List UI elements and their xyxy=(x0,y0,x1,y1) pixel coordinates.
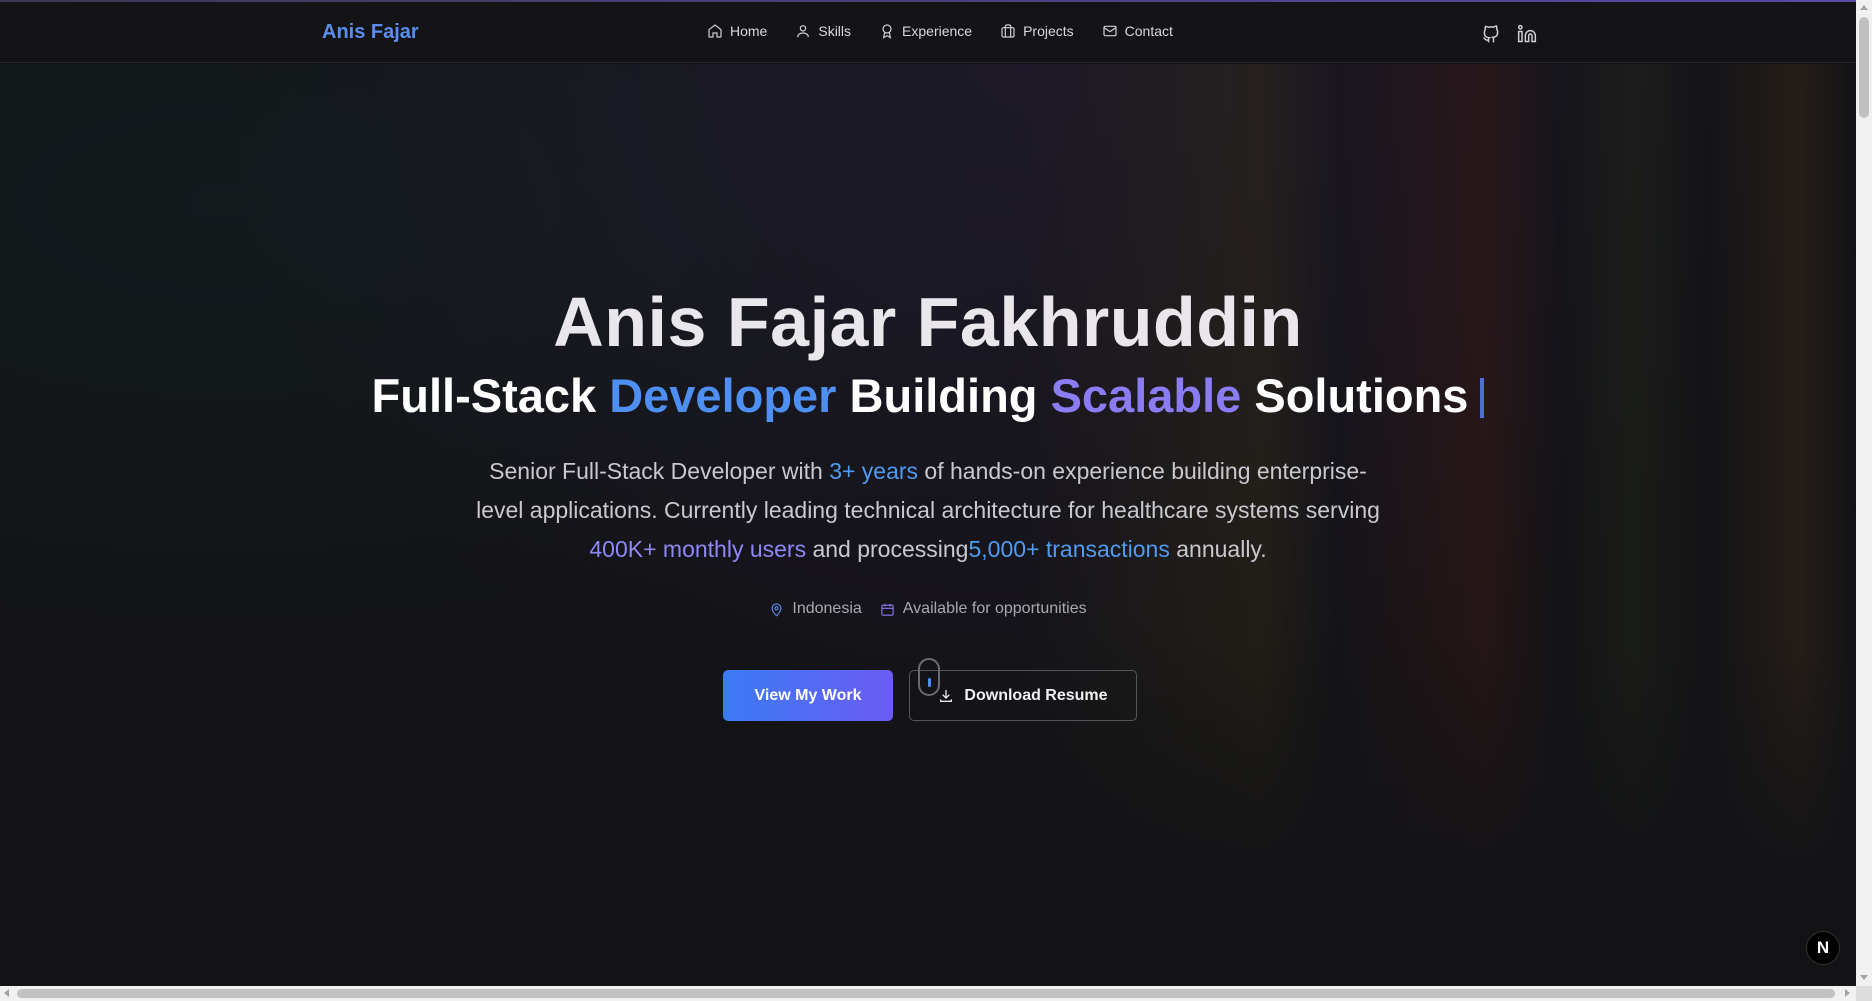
award-icon xyxy=(882,24,892,39)
tagline-part-3: Solutions xyxy=(1241,369,1469,422)
hero-section: Anis Fajar Fakhruddin Full-Stack Develop… xyxy=(0,64,1856,986)
nav-contact[interactable]: Contact xyxy=(1102,23,1173,39)
nav-skills[interactable]: Skills xyxy=(795,23,851,39)
briefcase-icon xyxy=(1001,24,1015,38)
tagline-part-1: Full-Stack xyxy=(371,369,610,422)
desc-text-4: annually. xyxy=(1169,536,1267,562)
horizontal-scrollbar[interactable] xyxy=(0,986,1856,1001)
tagline-highlight-developer: Developer xyxy=(609,369,837,422)
nav-skills-label: Skills xyxy=(818,23,852,39)
typing-caret xyxy=(1480,378,1485,418)
scroll-right-arrow[interactable] xyxy=(1845,989,1850,997)
home-icon xyxy=(708,24,722,38)
location-text: Indonesia xyxy=(792,600,862,617)
scroll-down-arrow[interactable] xyxy=(1860,975,1868,980)
availability-text: Available for opportunities xyxy=(902,600,1087,617)
site-header: Anis Fajar Home Skills Experience Projec… xyxy=(0,2,1856,63)
user-icon xyxy=(797,25,810,38)
linkedin-icon[interactable] xyxy=(1517,24,1537,44)
map-pin-icon xyxy=(771,602,782,617)
location-info: Indonesia xyxy=(769,600,862,618)
nav-contact-label: Contact xyxy=(1124,23,1173,39)
availability-info: Available for opportunities xyxy=(880,600,1087,618)
nextjs-dev-badge[interactable]: N xyxy=(1806,931,1840,965)
social-links xyxy=(1481,24,1537,44)
desc-highlight-transactions: 5,000+ transactions xyxy=(968,536,1170,562)
tagline-part-2: Building xyxy=(836,369,1051,422)
desc-highlight-users: 400K+ monthly users xyxy=(589,536,807,562)
vertical-scroll-thumb[interactable] xyxy=(1859,17,1869,118)
brand-logo[interactable]: Anis Fajar xyxy=(322,21,419,44)
view-my-work-button[interactable]: View My Work xyxy=(723,670,893,721)
mail-icon xyxy=(1103,25,1117,37)
download-resume-label: Download Resume xyxy=(964,686,1108,704)
nav-projects-label: Projects xyxy=(1023,23,1074,39)
nav-projects[interactable]: Projects xyxy=(1000,23,1074,39)
nav-experience-label: Experience xyxy=(902,23,973,39)
nav-home-label: Home xyxy=(730,23,768,39)
download-icon xyxy=(940,689,953,702)
download-resume-button[interactable]: Download Resume xyxy=(909,670,1137,721)
scroll-left-arrow[interactable] xyxy=(4,989,9,997)
hero-tagline: Full-Stack Developer Building Scalable S… xyxy=(0,368,1856,423)
main-nav: Home Skills Experience Projects Contact xyxy=(707,23,1173,39)
scrollbar-corner xyxy=(1856,986,1872,1001)
horizontal-scroll-thumb[interactable] xyxy=(17,989,1835,998)
desc-highlight-years: 3+ years xyxy=(829,458,919,484)
hero-description: Senior Full-Stack Developer with 3+ year… xyxy=(470,452,1386,569)
calendar-icon xyxy=(881,603,894,616)
tagline-highlight-scalable: Scalable xyxy=(1050,369,1242,422)
scroll-dot xyxy=(928,678,931,687)
hero-name: Anis Fajar Fakhruddin xyxy=(553,283,1303,361)
vertical-scrollbar[interactable] xyxy=(1856,0,1872,986)
nav-experience[interactable]: Experience xyxy=(879,23,972,39)
github-icon[interactable] xyxy=(1481,24,1501,44)
scroll-mouse-indicator xyxy=(918,658,940,696)
nav-home[interactable]: Home xyxy=(707,23,767,39)
scroll-up-arrow[interactable] xyxy=(1860,5,1868,10)
desc-text-1: Senior Full-Stack Developer with xyxy=(489,458,830,484)
desc-text-3: and processing xyxy=(806,536,969,562)
hero-meta: Indonesia Available for opportunities xyxy=(0,600,1856,618)
